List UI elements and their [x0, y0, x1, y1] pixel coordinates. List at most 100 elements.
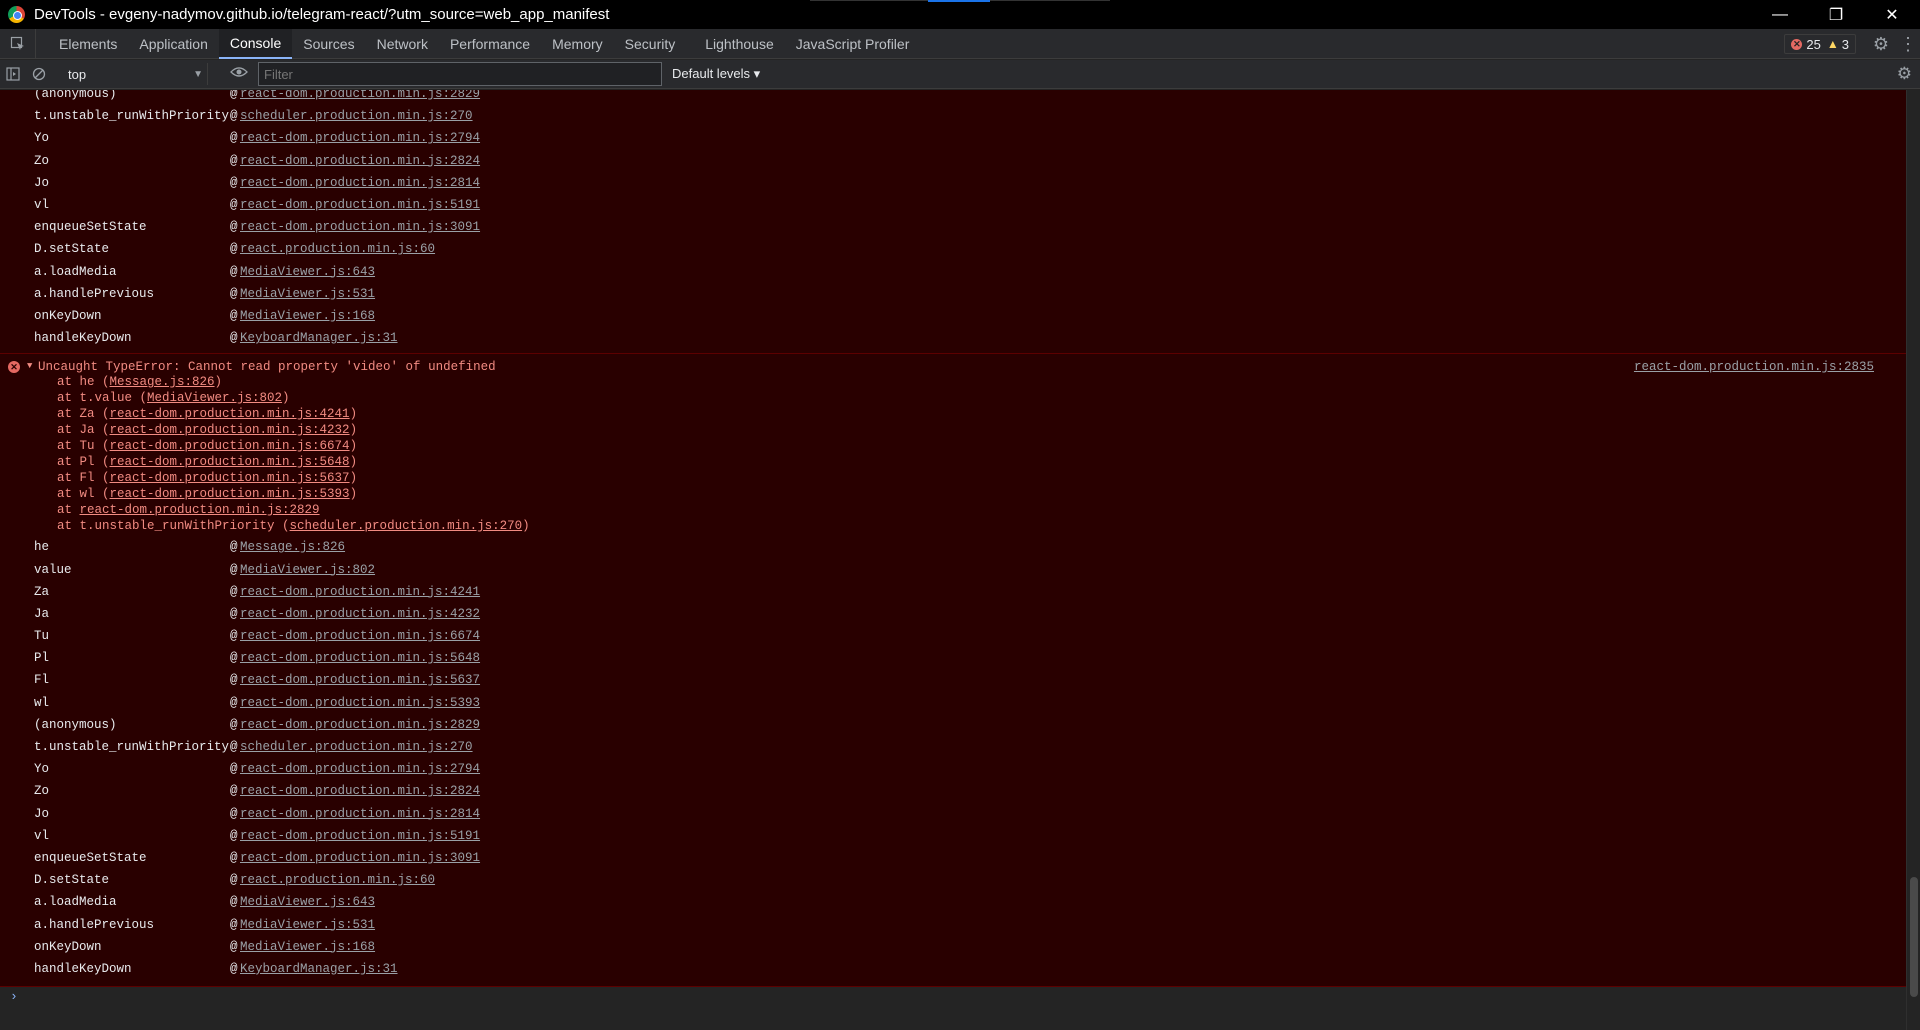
source-link[interactable]: MediaViewer.js:531 — [240, 287, 375, 301]
warning-icon: ▲ — [1826, 37, 1839, 51]
source-link[interactable]: react-dom.production.min.js:2814 — [240, 807, 480, 821]
tab-security[interactable]: Security — [614, 29, 687, 59]
close-button[interactable]: ✕ — [1864, 0, 1920, 29]
more-options-icon[interactable]: ⋮ — [1896, 34, 1920, 55]
tab-performance[interactable]: Performance — [439, 29, 541, 59]
stack-frame-row: handleKeyDown @ KeyboardManager.js:31 — [34, 958, 1906, 980]
stack-frame-row: a.handlePrevious @ MediaViewer.js:531 — [34, 913, 1906, 935]
source-link[interactable]: react-dom.production.min.js:3091 — [240, 220, 480, 234]
source-link[interactable]: MediaViewer.js:802 — [240, 563, 375, 577]
source-link[interactable]: react-dom.production.min.js:5637 — [240, 673, 480, 687]
scrollbar-thumb[interactable] — [1910, 877, 1918, 997]
trace-source-link[interactable]: react-dom.production.min.js:6674 — [110, 439, 350, 453]
source-link[interactable]: KeyboardManager.js:31 — [240, 331, 398, 345]
stack-frame-row: onKeyDown @ MediaViewer.js:168 — [34, 936, 1906, 958]
stack-frame-row: value @ MediaViewer.js:802 — [34, 558, 1906, 580]
at-separator: @ — [230, 90, 238, 102]
source-link[interactable]: react-dom.production.min.js:4232 — [240, 607, 480, 621]
source-link[interactable]: react-dom.production.min.js:5191 — [240, 198, 480, 212]
at-separator: @ — [230, 673, 238, 688]
log-levels-dropdown[interactable]: Default levels ▾ — [672, 66, 760, 82]
at-separator: @ — [230, 242, 238, 257]
tab-memory[interactable]: Memory — [541, 29, 614, 59]
trace-source-link[interactable]: react-dom.production.min.js:4232 — [110, 423, 350, 437]
minimize-button[interactable]: — — [1752, 0, 1808, 29]
sidebar-toggle-icon[interactable] — [0, 60, 26, 89]
source-link[interactable]: react-dom.production.min.js:3091 — [240, 851, 480, 865]
source-link[interactable]: react-dom.production.min.js:5393 — [240, 696, 480, 710]
inspect-element-icon[interactable] — [0, 28, 36, 59]
clear-console-icon[interactable] — [26, 60, 52, 89]
trace-source-link[interactable]: Message.js:826 — [110, 375, 215, 389]
execution-context-select[interactable]: top ▼ — [58, 63, 208, 85]
tab-elements[interactable]: Elements — [48, 29, 128, 59]
stack-frame-row: Ja @ react-dom.production.min.js:4232 — [34, 603, 1906, 625]
issues-counter[interactable]: ✕ 25 ▲ 3 — [1784, 34, 1856, 54]
trace-source-link[interactable]: scheduler.production.min.js:270 — [290, 519, 523, 533]
source-link[interactable]: react-dom.production.min.js:2829 — [240, 718, 480, 732]
source-link[interactable]: scheduler.production.min.js:270 — [240, 109, 473, 123]
console-scrollbar[interactable] — [1906, 90, 1920, 1030]
trace-suffix: ) — [282, 391, 290, 406]
source-link[interactable]: react-dom.production.min.js:4241 — [240, 585, 480, 599]
trace-source-link[interactable]: react-dom.production.min.js:4241 — [110, 407, 350, 421]
console-output: (anonymous) @ react-dom.production.min.js:… — [0, 90, 1906, 1030]
live-expression-eye-icon[interactable] — [230, 65, 248, 83]
trace-source-link[interactable]: react-dom.production.min.js:5393 — [110, 487, 350, 501]
console-settings-gear-icon[interactable]: ⚙ — [1897, 64, 1912, 84]
function-name: Ja — [34, 606, 50, 621]
trace-line: at Ja (react-dom.production.min.js:4232) — [0, 423, 1906, 439]
trace-suffix: ) — [522, 519, 530, 534]
settings-gear-icon[interactable]: ⚙ — [1866, 34, 1896, 55]
stack-frame-row: Tu @ react-dom.production.min.js:6674 — [34, 625, 1906, 647]
source-link[interactable]: react-dom.production.min.js:2814 — [240, 176, 480, 190]
source-link[interactable]: Message.js:826 — [240, 540, 345, 554]
source-link[interactable]: MediaViewer.js:168 — [240, 940, 375, 954]
trace-prefix: at he ( — [57, 375, 110, 390]
filter-input[interactable] — [258, 62, 662, 86]
source-link[interactable]: MediaViewer.js:643 — [240, 265, 375, 279]
source-link[interactable]: MediaViewer.js:643 — [240, 895, 375, 909]
trace-line: at Za (react-dom.production.min.js:4241) — [0, 407, 1906, 423]
source-link[interactable]: MediaViewer.js:531 — [240, 918, 375, 932]
restore-button[interactable]: ❐ — [1808, 0, 1864, 29]
trace-source-link[interactable]: MediaViewer.js:802 — [147, 391, 282, 405]
stack-frame-row: vl @ react-dom.production.min.js:5191 — [34, 194, 1906, 216]
stack-frame-row: Jo @ react-dom.production.min.js:2814 — [34, 172, 1906, 194]
tab-application[interactable]: Application — [128, 29, 219, 59]
error-source-link[interactable]: react-dom.production.min.js:2835 — [1634, 360, 1874, 374]
function-name: Tu — [34, 629, 50, 644]
tab-javascript-profiler[interactable]: JavaScript Profiler — [785, 29, 921, 59]
tab-network[interactable]: Network — [366, 29, 439, 59]
tab-lighthouse[interactable]: Lighthouse — [694, 29, 785, 59]
trace-source-link[interactable]: react-dom.production.min.js:2829 — [80, 503, 320, 517]
trace-source-link[interactable]: react-dom.production.min.js:5637 — [110, 471, 350, 485]
source-link[interactable]: react-dom.production.min.js:2824 — [240, 154, 480, 168]
source-link[interactable]: react.production.min.js:60 — [240, 873, 435, 887]
source-link[interactable]: MediaViewer.js:168 — [240, 309, 375, 323]
source-link[interactable]: KeyboardManager.js:31 — [240, 962, 398, 976]
stack-frame-row: Zo @ react-dom.production.min.js:2824 — [34, 780, 1906, 802]
trace-suffix: ) — [349, 439, 358, 454]
source-link[interactable]: react.production.min.js:60 — [240, 242, 435, 256]
stack-frame-row: Pl @ react-dom.production.min.js:5648 — [34, 647, 1906, 669]
source-link[interactable]: react-dom.production.min.js:2824 — [240, 784, 480, 798]
source-link[interactable]: react-dom.production.min.js:6674 — [240, 629, 480, 643]
source-link[interactable]: scheduler.production.min.js:270 — [240, 740, 473, 754]
top-accent — [928, 0, 990, 2]
source-link[interactable]: react-dom.production.min.js:5191 — [240, 829, 480, 843]
tab-console[interactable]: Console — [218, 28, 293, 59]
trace-source-link[interactable]: react-dom.production.min.js:5648 — [110, 455, 350, 469]
source-link[interactable]: react-dom.production.min.js:2794 — [240, 762, 480, 776]
stack-frame-row: t.unstable_runWithPriority @ scheduler.pro… — [34, 736, 1906, 758]
source-link[interactable]: react-dom.production.min.js:5648 — [240, 651, 480, 665]
source-link[interactable]: react-dom.production.min.js:2794 — [240, 131, 480, 145]
trace-line: at wl (react-dom.production.min.js:5393) — [0, 487, 1906, 503]
expand-triangle-icon[interactable]: ▼ — [27, 361, 32, 371]
trace-prefix: at Za ( — [57, 407, 110, 422]
tab-sources[interactable]: Sources — [292, 29, 365, 59]
function-name: Yo — [34, 762, 50, 777]
at-separator: @ — [230, 109, 238, 124]
console-prompt[interactable]: › — [0, 986, 1906, 1006]
source-link[interactable]: react-dom.production.min.js:2829 — [240, 90, 480, 101]
